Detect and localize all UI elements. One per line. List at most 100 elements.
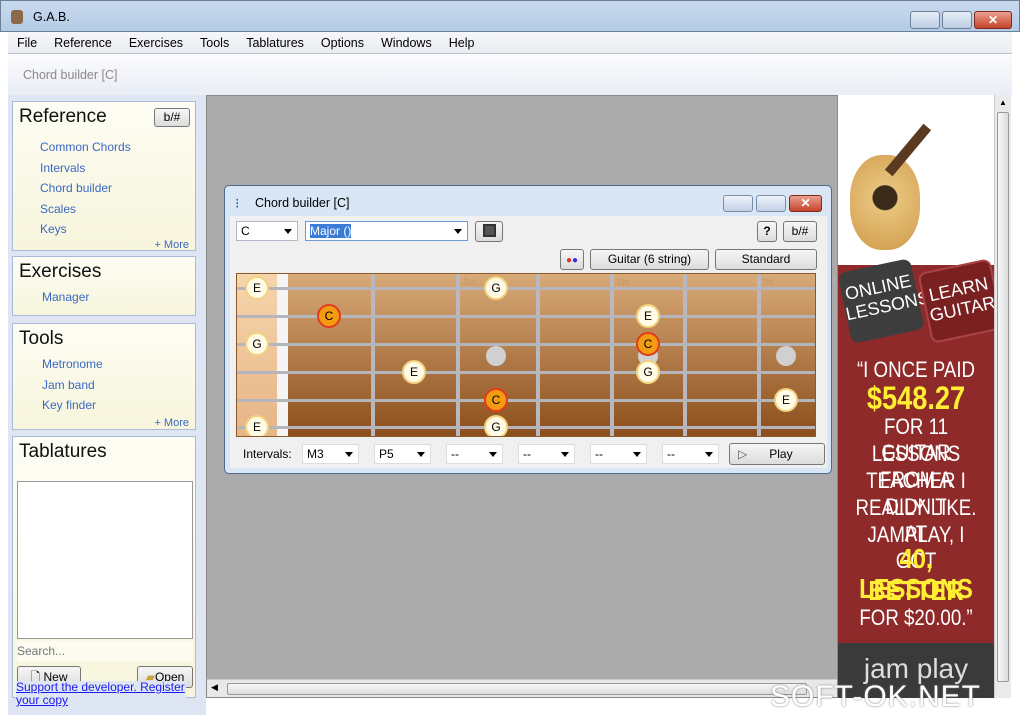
menu-tools[interactable]: Tools bbox=[191, 32, 237, 50]
menu-options[interactable]: Options bbox=[312, 32, 372, 50]
instrument-button[interactable]: Guitar (6 string) bbox=[590, 249, 709, 270]
scroll-thumb[interactable] bbox=[227, 683, 807, 695]
link-key-finder[interactable]: Key finder bbox=[42, 398, 96, 412]
link-chord-builder[interactable]: Chord builder bbox=[40, 181, 112, 195]
chord-type-select[interactable]: Major () bbox=[305, 221, 468, 241]
menu-help[interactable]: Help bbox=[440, 32, 483, 50]
horizontal-scrollbar[interactable]: ◀ bbox=[207, 679, 837, 697]
tuning-button[interactable]: Standard bbox=[715, 249, 817, 270]
register-link[interactable]: Support the developer. Register your cop… bbox=[16, 681, 186, 707]
note-marker[interactable]: C bbox=[317, 304, 341, 328]
menu-file[interactable]: File bbox=[8, 32, 45, 50]
link-intervals[interactable]: Intervals bbox=[40, 161, 85, 175]
string bbox=[237, 343, 815, 346]
interval-value: -- bbox=[451, 447, 459, 461]
advertisement-banner[interactable]: ONLINE LESSONS LEARN GUITAR “I ONCE PAID… bbox=[838, 95, 994, 698]
fret-marker-5: 5th bbox=[617, 277, 630, 287]
play-button[interactable]: ▷ Play bbox=[729, 443, 825, 465]
child-minimize-button[interactable] bbox=[723, 195, 753, 212]
window-tabs: Chord builder [C] bbox=[8, 55, 1012, 95]
fret-inlay-dot bbox=[486, 346, 506, 366]
note-marker[interactable]: E bbox=[402, 360, 426, 384]
interval-select[interactable]: -- bbox=[518, 444, 575, 464]
reference-more-link[interactable]: + More bbox=[154, 239, 189, 251]
note-marker[interactable]: E bbox=[245, 276, 269, 300]
title-bar: G.A.B. ✕ bbox=[0, 0, 1020, 32]
link-common-chords[interactable]: Common Chords bbox=[40, 140, 131, 154]
child-restore-button[interactable] bbox=[756, 195, 786, 212]
window-title: G.A.B. bbox=[33, 10, 70, 24]
chord-type-value: Major () bbox=[310, 224, 352, 238]
tablature-search-input[interactable] bbox=[17, 641, 193, 661]
sharp-flat-button[interactable]: b/# bbox=[783, 221, 817, 242]
child-close-button[interactable]: ✕ bbox=[789, 195, 822, 212]
root-note-select[interactable]: C bbox=[236, 221, 298, 241]
close-button[interactable]: ✕ bbox=[974, 11, 1012, 29]
chord-builder-title: Chord builder [C] bbox=[255, 196, 350, 210]
tools-more-link[interactable]: + More bbox=[154, 417, 189, 429]
interval-value: -- bbox=[667, 447, 675, 461]
scroll-left-icon[interactable]: ◀ bbox=[211, 682, 218, 693]
window-tab-chord-builder[interactable]: Chord builder [C] bbox=[23, 68, 118, 82]
fretboard[interactable]: 3rd 5th 7th ECGEGCGECGEE bbox=[236, 273, 816, 437]
note-marker[interactable]: G bbox=[636, 360, 660, 384]
menu-reference[interactable]: Reference bbox=[45, 32, 120, 50]
tools-title: Tools bbox=[19, 328, 64, 349]
minimize-button[interactable] bbox=[910, 11, 940, 29]
note-marker[interactable]: G bbox=[484, 415, 508, 436]
play-label: Play bbox=[769, 447, 793, 461]
link-metronome[interactable]: Metronome bbox=[42, 357, 103, 371]
play-icon: ▷ bbox=[738, 447, 748, 461]
fret-wire bbox=[610, 274, 614, 436]
tablatures-list[interactable] bbox=[17, 481, 193, 639]
fret-wire bbox=[456, 274, 460, 436]
help-button[interactable]: ? bbox=[757, 221, 777, 242]
string bbox=[237, 426, 815, 429]
vertical-scroll-thumb[interactable] bbox=[997, 112, 1009, 682]
note-marker[interactable]: E bbox=[774, 388, 798, 412]
sharp-flat-toggle[interactable]: b/# bbox=[154, 108, 190, 127]
interval-select[interactable]: -- bbox=[590, 444, 647, 464]
fret-inlay-dot bbox=[776, 346, 796, 366]
link-manager[interactable]: Manager bbox=[42, 290, 89, 304]
color-settings-button[interactable]: ●● bbox=[560, 249, 584, 270]
fret-wire bbox=[757, 274, 761, 436]
save-button[interactable] bbox=[475, 221, 503, 242]
string bbox=[237, 287, 815, 290]
fret-wire bbox=[371, 274, 375, 436]
note-marker[interactable]: G bbox=[245, 332, 269, 356]
fret-wire bbox=[683, 274, 687, 436]
interval-select[interactable]: P5 bbox=[374, 444, 431, 464]
nut bbox=[277, 274, 288, 436]
app-icon bbox=[11, 10, 23, 24]
reference-panel: Reference b/# Common Chords Intervals Ch… bbox=[12, 101, 196, 251]
chord-builder-icon: ⁝ bbox=[235, 195, 240, 211]
note-marker[interactable]: C bbox=[636, 332, 660, 356]
interval-value: M3 bbox=[307, 447, 324, 461]
ad-tab-learn-guitar: LEARN GUITAR bbox=[917, 258, 994, 344]
fret-marker-3: 3rd bbox=[463, 277, 477, 287]
vertical-scrollbar[interactable]: ▲ bbox=[994, 95, 1011, 698]
link-keys[interactable]: Keys bbox=[40, 222, 67, 236]
note-marker[interactable]: E bbox=[636, 304, 660, 328]
exercises-title: Exercises bbox=[19, 261, 102, 282]
interval-select[interactable]: -- bbox=[446, 444, 503, 464]
link-scales[interactable]: Scales bbox=[40, 202, 76, 216]
note-marker[interactable]: G bbox=[484, 276, 508, 300]
root-note-value: C bbox=[241, 224, 250, 238]
menu-windows[interactable]: Windows bbox=[372, 32, 440, 50]
string bbox=[237, 371, 815, 374]
tablatures-panel: Tablatures 🗋 New ▰Open bbox=[12, 436, 196, 698]
menu-exercises[interactable]: Exercises bbox=[120, 32, 191, 50]
menu-tablatures[interactable]: Tablatures bbox=[237, 32, 312, 50]
interval-select[interactable]: -- bbox=[662, 444, 719, 464]
ad-line: $548.27 bbox=[866, 380, 966, 416]
link-jam-band[interactable]: Jam band bbox=[42, 378, 95, 392]
maximize-button[interactable] bbox=[942, 11, 972, 29]
note-marker[interactable]: E bbox=[245, 415, 269, 436]
watermark: SOFT-OK.NET bbox=[770, 680, 982, 713]
interval-select[interactable]: M3 bbox=[302, 444, 359, 464]
tablatures-title: Tablatures bbox=[19, 441, 107, 462]
note-marker[interactable]: C bbox=[484, 388, 508, 412]
scroll-up-icon[interactable]: ▲ bbox=[999, 98, 1007, 107]
